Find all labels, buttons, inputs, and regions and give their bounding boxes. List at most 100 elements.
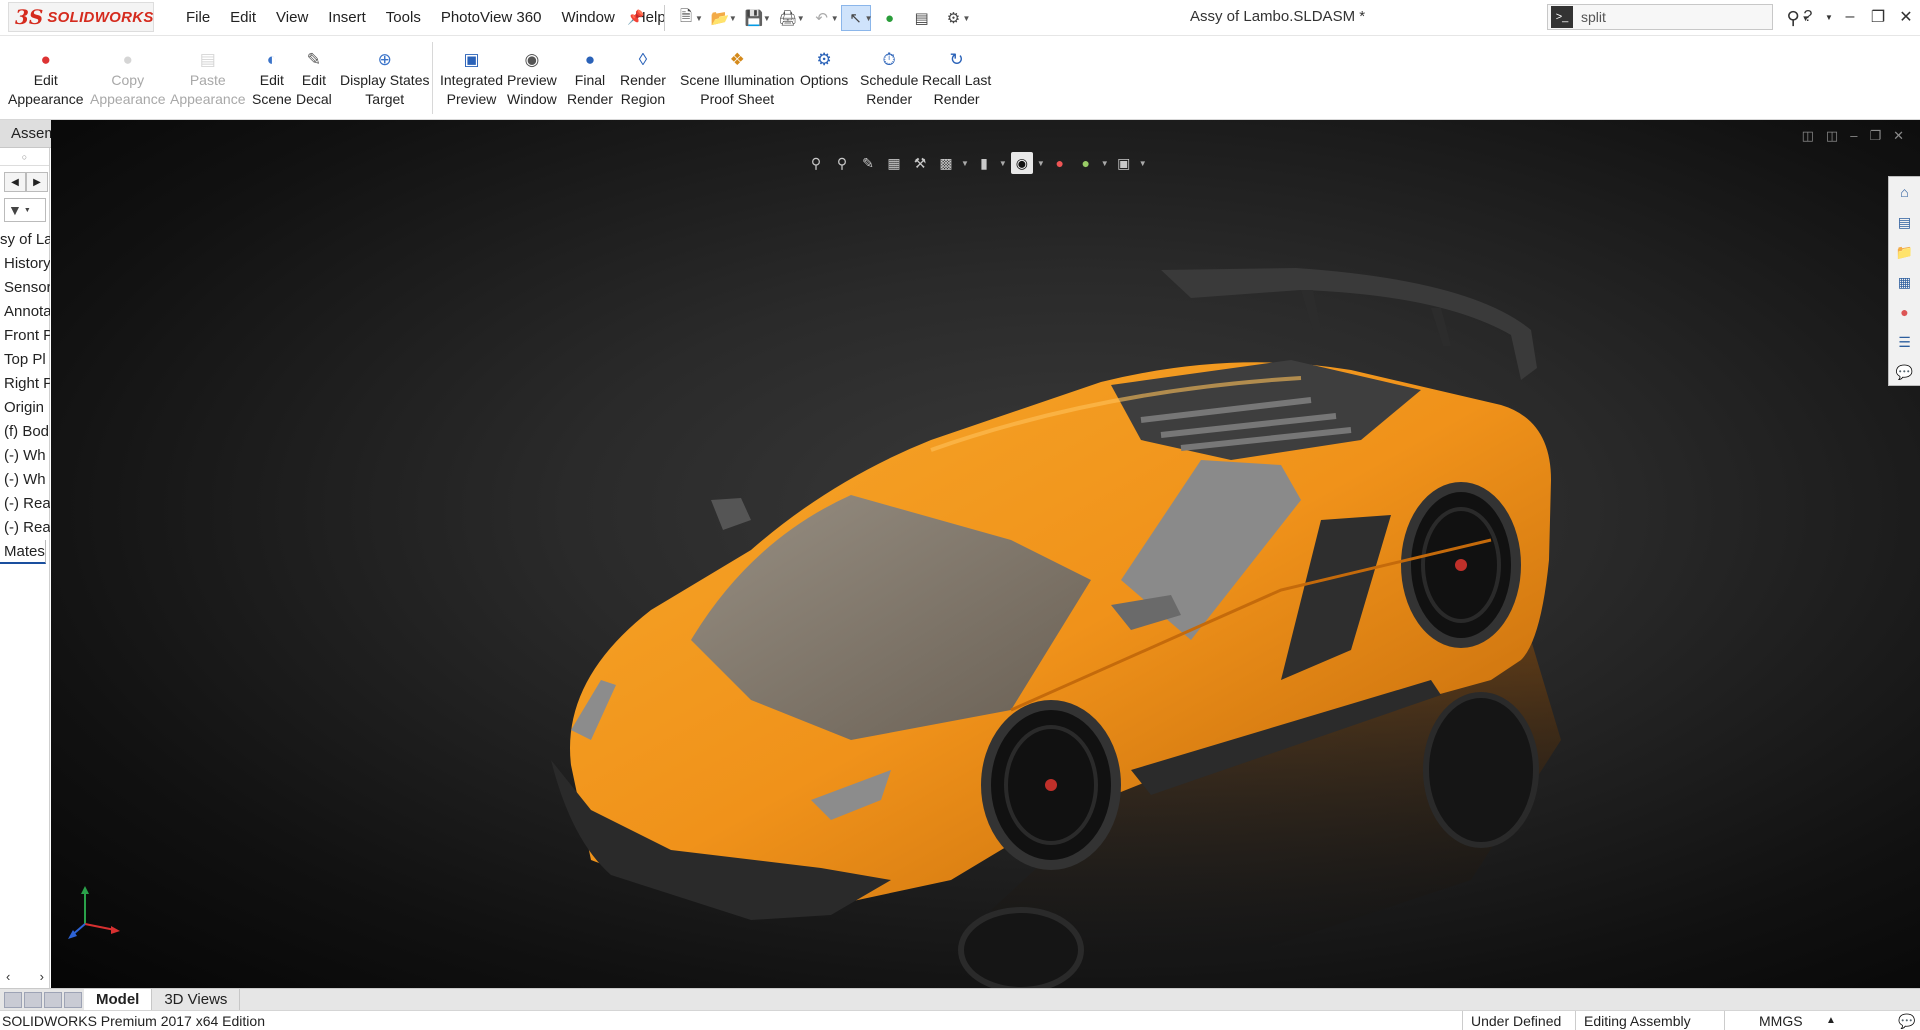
chevron-down-icon[interactable]: ▼ — [763, 14, 771, 23]
chevron-right-icon[interactable]: › — [40, 969, 44, 984]
first-tab-icon[interactable] — [4, 991, 22, 1008]
panel-grip[interactable]: ○ — [0, 148, 49, 166]
next-tab-icon[interactable] — [44, 991, 62, 1008]
schedule-render-button[interactable]: ⏱ Schedule Render — [860, 48, 918, 109]
ribbon-separator — [432, 42, 433, 114]
ribbon-label-line2: Render — [933, 91, 980, 107]
close-icon[interactable]: ✕ — [1892, 7, 1920, 27]
render-region-button[interactable]: ◊ Render Region — [620, 48, 666, 109]
panel-tab-scroll: ◀ ▶ — [4, 172, 48, 192]
tree-item[interactable]: sy of La — [0, 228, 50, 252]
bottom-tab-model[interactable]: Model — [84, 988, 153, 1011]
scene-illumination-button[interactable]: ❖ Scene Illumination Proof Sheet — [680, 48, 794, 109]
menu-tools[interactable]: Tools — [376, 0, 431, 36]
chevron-up-icon[interactable]: ▲ — [1826, 1011, 1836, 1030]
edit-scene-button[interactable]: ◐ Edit Scene — [252, 48, 292, 109]
comment-icon[interactable]: 💬 — [1898, 1011, 1915, 1030]
window-controls: ? ▼ – ❐ ✕ — [1794, 0, 1920, 34]
chevron-down-icon[interactable]: ▼ — [865, 14, 873, 23]
search-input[interactable] — [1581, 9, 1731, 25]
solidworks-logo[interactable]: 3S SOLIDWORKS — [8, 2, 154, 32]
target-icon: ⊕ — [377, 49, 392, 69]
file-explorer-icon[interactable]: 📁 — [1894, 241, 1916, 263]
copy-appearance-button[interactable]: ● Copy Appearance — [90, 48, 166, 109]
chevron-down-icon[interactable]: ▼ — [695, 14, 703, 23]
tree-item[interactable]: Front P — [0, 324, 50, 348]
tree-item[interactable]: History — [0, 252, 50, 276]
filter-icon[interactable]: ▼ ▼ — [4, 198, 46, 222]
ribbon-label-line2: Render — [567, 91, 613, 107]
ribbon-label-line1: Integrated — [440, 72, 504, 88]
edit-decal-button[interactable]: ✎ Edit Decal — [296, 48, 332, 109]
last-tab-icon[interactable] — [64, 991, 82, 1008]
tree-item[interactable]: Sensor — [0, 276, 50, 300]
tree-item[interactable]: (-) Wh — [0, 444, 50, 468]
forum-icon[interactable]: 💬 — [1894, 361, 1916, 383]
custom-properties-icon[interactable]: ☰ — [1894, 331, 1916, 353]
chevron-down-icon[interactable]: ▼ — [729, 14, 737, 23]
integrated-preview-button[interactable]: ▣ Integrated Preview — [440, 48, 503, 109]
ribbon-label-line2: Scene — [252, 91, 292, 107]
edit-appearance-button[interactable]: ● Edit Appearance — [8, 48, 84, 109]
render-region-icon: ◊ — [638, 49, 648, 69]
chevron-left-icon[interactable]: ‹ — [6, 969, 10, 984]
menu-insert[interactable]: Insert — [318, 0, 376, 36]
chevron-down-icon[interactable]: ▼ — [1822, 13, 1836, 22]
tree-item[interactable]: Mates — [0, 540, 46, 564]
bottom-tab-3d-views[interactable]: 3D Views — [152, 988, 241, 1011]
illumination-icon: ❖ — [729, 49, 745, 69]
tree-item[interactable]: Right P — [0, 372, 50, 396]
minimize-icon[interactable]: – — [1836, 8, 1864, 26]
tree-item[interactable]: (f) Bod — [0, 420, 50, 444]
chevron-left-icon[interactable]: ◀ — [4, 172, 26, 192]
ribbon-label-line1: Render — [620, 72, 666, 88]
tree-item[interactable]: (-) Rea — [0, 492, 50, 516]
ribbon-label-line2: Target — [365, 91, 405, 107]
tree-item[interactable]: (-) Rea — [0, 516, 50, 540]
brand-name: SOLIDWORKS — [47, 8, 154, 26]
menu-photoview-360[interactable]: PhotoView 360 — [431, 0, 552, 36]
tree-item[interactable]: (-) Wh — [0, 468, 50, 492]
paste-appearance-icon: ▤ — [199, 49, 216, 69]
home-icon[interactable]: ⌂ — [1894, 181, 1916, 203]
menu-bar: File Edit View Insert Tools PhotoView 360 Wind… — [176, 0, 676, 36]
preview-window-button[interactable]: ◉ Preview Window — [507, 48, 557, 109]
chevron-down-icon[interactable]: ▼ — [831, 14, 839, 23]
tree-item[interactable]: Origin — [0, 396, 50, 420]
menu-window[interactable]: Window — [551, 0, 624, 36]
ribbon-label-line1: Preview — [507, 72, 557, 88]
chevron-down-icon[interactable]: ▼ — [963, 14, 971, 23]
final-render-button[interactable]: ● Final Render — [567, 48, 613, 109]
command-prompt-icon[interactable]: >_ — [1551, 6, 1573, 28]
view-palette-icon[interactable]: ▦ — [1894, 271, 1916, 293]
previous-tab-icon[interactable] — [24, 991, 42, 1008]
pin-icon[interactable]: 📌 — [627, 9, 644, 25]
menu-file[interactable]: File — [176, 0, 220, 36]
recall-last-render-button[interactable]: ↻ Recall Last Render — [922, 48, 991, 109]
design-library-icon[interactable]: ▤ — [1894, 211, 1916, 233]
traffic-light-icon[interactable]: ● — [875, 5, 905, 31]
restore-icon[interactable]: ❐ — [1864, 7, 1892, 27]
command-manager-ribbon: ● Edit Appearance ● Copy Appearance ▤ Paste Appe… — [0, 36, 1920, 120]
model-tabs: Model 3D Views — [84, 988, 241, 1011]
schedule-icon: ⏱ — [882, 49, 896, 69]
chevron-down-icon[interactable]: ▼ — [797, 14, 805, 23]
chevron-right-icon[interactable]: ▶ — [26, 172, 48, 192]
ribbon-label-line2: Preview — [446, 91, 497, 107]
paste-appearance-button[interactable]: ▤ Paste Appearance — [170, 48, 246, 109]
lamborghini-3d-model[interactable] — [51, 120, 1920, 988]
options-button[interactable]: ⚙ Options — [800, 48, 848, 90]
ribbon-label-line1: Copy — [111, 72, 145, 88]
appearances-icon[interactable]: ● — [1894, 301, 1916, 323]
help-icon[interactable]: ? — [1794, 8, 1822, 26]
file-properties-icon[interactable]: ▤ — [907, 5, 937, 31]
tree-item[interactable]: Top Pl — [0, 348, 50, 372]
ribbon-label-line1: Schedule — [860, 72, 919, 88]
unit-system[interactable]: MMGS — [1724, 1011, 1811, 1030]
display-states-target-button[interactable]: ⊕ Display States Target — [340, 48, 429, 109]
menu-view[interactable]: View — [266, 0, 318, 36]
graphics-area[interactable]: ◫ ◫ – ❐ ✕ ⚲ ⚲ ✎ ▦ ⚒ ▩ ▼ ▮ ▼ ◉ ▼ ● ● ▼ ▣ ▼ — [51, 120, 1920, 988]
menu-edit[interactable]: Edit — [220, 0, 266, 36]
tree-item[interactable]: Annota — [0, 300, 50, 324]
ribbon-label-line1: Scene Illumination — [680, 72, 795, 88]
